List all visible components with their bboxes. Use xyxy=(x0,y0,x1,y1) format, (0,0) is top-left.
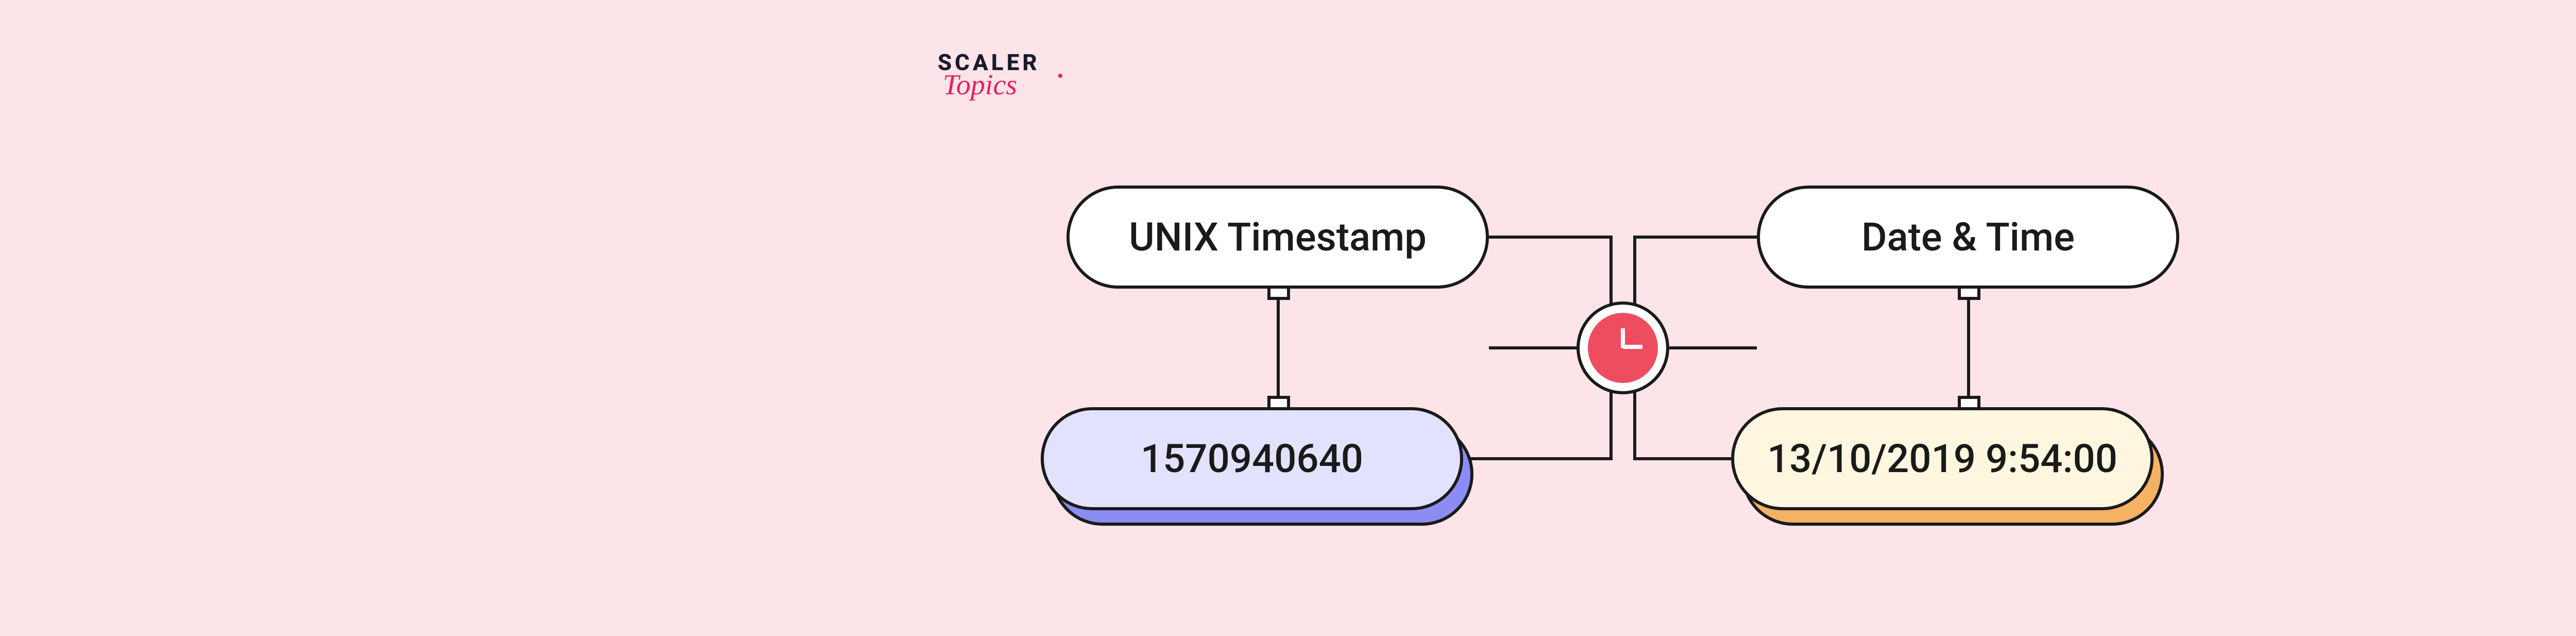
connector-line xyxy=(1967,286,1970,408)
datetime-value-text: 13/10/2019 9:54:00 xyxy=(1767,436,2117,482)
unix-timestamp-value-node: 1570940640 xyxy=(1041,407,1463,510)
datetime-label-text: Date & Time xyxy=(1861,214,2075,260)
connector-line xyxy=(1633,236,1757,239)
connector-line xyxy=(1633,457,1731,460)
unix-timestamp-label-node: UNIX Timestamp xyxy=(1066,186,1489,289)
connector-line xyxy=(1463,457,1613,460)
datetime-value-node: 13/10/2019 9:54:00 xyxy=(1731,407,2154,510)
unix-value-text: 1570940640 xyxy=(1141,436,1363,482)
unix-label-text: UNIX Timestamp xyxy=(1129,214,1427,260)
logo-dot xyxy=(1058,74,1062,78)
clock-hand-minute xyxy=(1623,345,1642,349)
datetime-label-node: Date & Time xyxy=(1757,186,2179,289)
clock-icon xyxy=(1577,302,1669,394)
timestamp-conversion-diagram: UNIX Timestamp 1570940640 Date & Time 13… xyxy=(1041,186,2179,546)
connector-line xyxy=(1489,236,1613,239)
clock-face xyxy=(1588,313,1658,383)
scaler-topics-logo: SCALER Topics xyxy=(938,49,1040,102)
connector-line xyxy=(1277,286,1280,408)
